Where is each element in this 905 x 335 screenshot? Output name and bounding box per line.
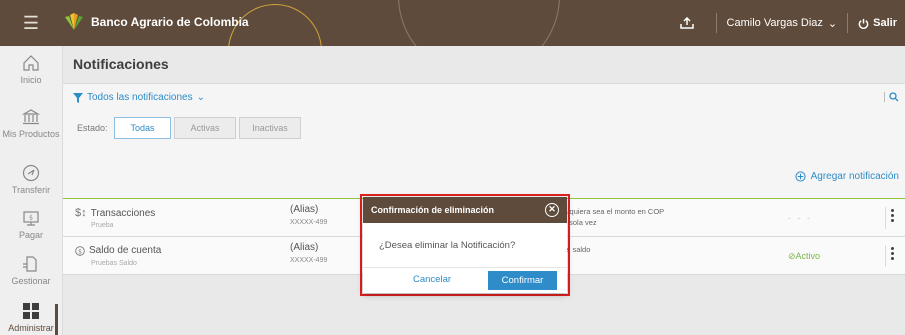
modal-actions: Cancelar Confirmar bbox=[363, 268, 567, 294]
add-circle-icon bbox=[795, 171, 806, 182]
add-notification-button[interactable]: Agregar notificación bbox=[795, 171, 899, 182]
search-toggle[interactable] bbox=[884, 92, 899, 102]
divider bbox=[884, 92, 885, 102]
search-icon bbox=[889, 92, 899, 102]
sidebar-item-label: Transferir bbox=[11, 185, 51, 195]
divider bbox=[847, 13, 849, 33]
brand[interactable]: Banco Agrario de Colombia bbox=[63, 13, 249, 31]
home-icon bbox=[23, 55, 39, 71]
sidebar-item-transferir[interactable]: Transferir bbox=[0, 164, 62, 195]
status-badge: - - - bbox=[788, 213, 812, 223]
status-label: Activo bbox=[795, 251, 821, 261]
sidebar-item-label: Mis Productos bbox=[2, 129, 60, 139]
admin-icon bbox=[23, 303, 39, 319]
check-circle-icon: ⊘ bbox=[788, 251, 796, 261]
upload-icon[interactable] bbox=[676, 17, 698, 29]
row-title: $ Saldo de cuenta bbox=[75, 245, 161, 256]
delete-confirmation-modal: Confirmación de eliminación ✕ ¿Desea eli… bbox=[363, 197, 567, 293]
status-badge: ⊘Activo bbox=[788, 251, 820, 262]
pay-icon: $ bbox=[23, 211, 39, 226]
confirm-button[interactable]: Confirmar bbox=[488, 271, 557, 290]
chevron-down-icon: ⌄ bbox=[827, 17, 838, 30]
filter-dropdown[interactable]: Todos las notificaciones ⌄ bbox=[73, 92, 205, 103]
decorative-arc bbox=[398, 0, 560, 46]
transfer-icon bbox=[22, 164, 40, 182]
modal-message: ¿Desea eliminar la Notificación? bbox=[379, 239, 516, 251]
bank-name: Banco Agrario de Colombia bbox=[91, 15, 249, 29]
sidebar-item-inicio[interactable]: Inicio bbox=[0, 54, 62, 85]
add-notification-label: Agregar notificación bbox=[810, 171, 899, 182]
divider bbox=[885, 207, 886, 229]
state-label: Estado: bbox=[77, 123, 108, 133]
sidebar-item-gestionar[interactable]: Gestionar bbox=[0, 255, 62, 286]
sidebar-item-label: Administrar bbox=[8, 323, 54, 333]
svg-text:$: $ bbox=[78, 248, 82, 255]
row-title-text: Transacciones bbox=[90, 207, 156, 219]
tab-todas[interactable]: Todas bbox=[114, 117, 171, 139]
top-bar: ☰ Banco Agrario de Colombia Camilo Varga… bbox=[0, 0, 905, 46]
filter-panel: Todos las notificaciones ⌄ Estado: Todas… bbox=[63, 83, 905, 200]
cancel-button[interactable]: Cancelar bbox=[413, 274, 451, 285]
header-actions: Camilo Vargas Diaz ⌄ Salir bbox=[676, 0, 905, 46]
sidebar-item-mis-productos[interactable]: Mis Productos bbox=[0, 108, 62, 139]
divider bbox=[715, 13, 717, 33]
modal-title: Confirmación de eliminación bbox=[371, 205, 495, 215]
hamburger-icon[interactable]: ☰ bbox=[0, 0, 62, 46]
logout-button[interactable]: Salir bbox=[858, 17, 897, 29]
user-menu[interactable]: Camilo Vargas Diaz ⌄ bbox=[727, 17, 838, 30]
kebab-menu-icon[interactable] bbox=[891, 247, 897, 262]
row-account: XXXXX-499 bbox=[290, 257, 328, 264]
close-icon[interactable]: ✕ bbox=[545, 203, 559, 217]
row-subtitle: Prueba bbox=[91, 222, 114, 229]
transaction-icon: $↕ bbox=[75, 207, 87, 219]
sidebar: Inicio Mis Productos Transferir $ Pagar … bbox=[0, 46, 63, 335]
row-alias: (Alias) bbox=[290, 204, 319, 215]
user-name: Camilo Vargas Diaz bbox=[726, 17, 823, 29]
kebab-menu-icon[interactable] bbox=[891, 209, 897, 224]
divider bbox=[885, 245, 886, 267]
active-indicator bbox=[55, 304, 58, 335]
svg-text:$: $ bbox=[29, 215, 33, 222]
bank-logo-icon bbox=[65, 13, 83, 30]
row-title-text: Saldo de cuenta bbox=[89, 245, 162, 256]
modal-body: ¿Desea eliminar la Notificación? bbox=[363, 223, 567, 268]
tab-activas[interactable]: Activas bbox=[174, 117, 236, 139]
row-account: XXXXX-499 bbox=[290, 219, 328, 226]
sidebar-item-label: Pagar bbox=[18, 230, 44, 240]
row-alias: (Alias) bbox=[290, 242, 319, 253]
state-tabs: Todas Activas Inactivas bbox=[114, 117, 301, 139]
sidebar-item-pagar[interactable]: $ Pagar bbox=[0, 209, 62, 240]
filter-label: Todos las notificaciones bbox=[87, 92, 193, 103]
sidebar-item-label: Gestionar bbox=[11, 276, 51, 286]
row-title: $↕ Transacciones bbox=[75, 207, 155, 219]
page-title: Notificaciones bbox=[73, 56, 169, 72]
filter-icon bbox=[73, 92, 83, 103]
sidebar-item-label: Inicio bbox=[20, 75, 42, 85]
bank-icon bbox=[22, 109, 40, 125]
balance-icon: $ bbox=[75, 245, 85, 256]
logout-label: Salir bbox=[873, 17, 897, 29]
power-icon bbox=[858, 18, 869, 29]
row-subtitle: Pruebas Saldo bbox=[91, 260, 137, 267]
sidebar-item-administrar[interactable]: Administrar bbox=[0, 302, 62, 333]
tab-inactivas[interactable]: Inactivas bbox=[239, 117, 301, 139]
manage-icon bbox=[23, 256, 37, 272]
chevron-down-icon: ⌄ bbox=[196, 92, 206, 103]
modal-header: Confirmación de eliminación ✕ bbox=[363, 197, 567, 223]
